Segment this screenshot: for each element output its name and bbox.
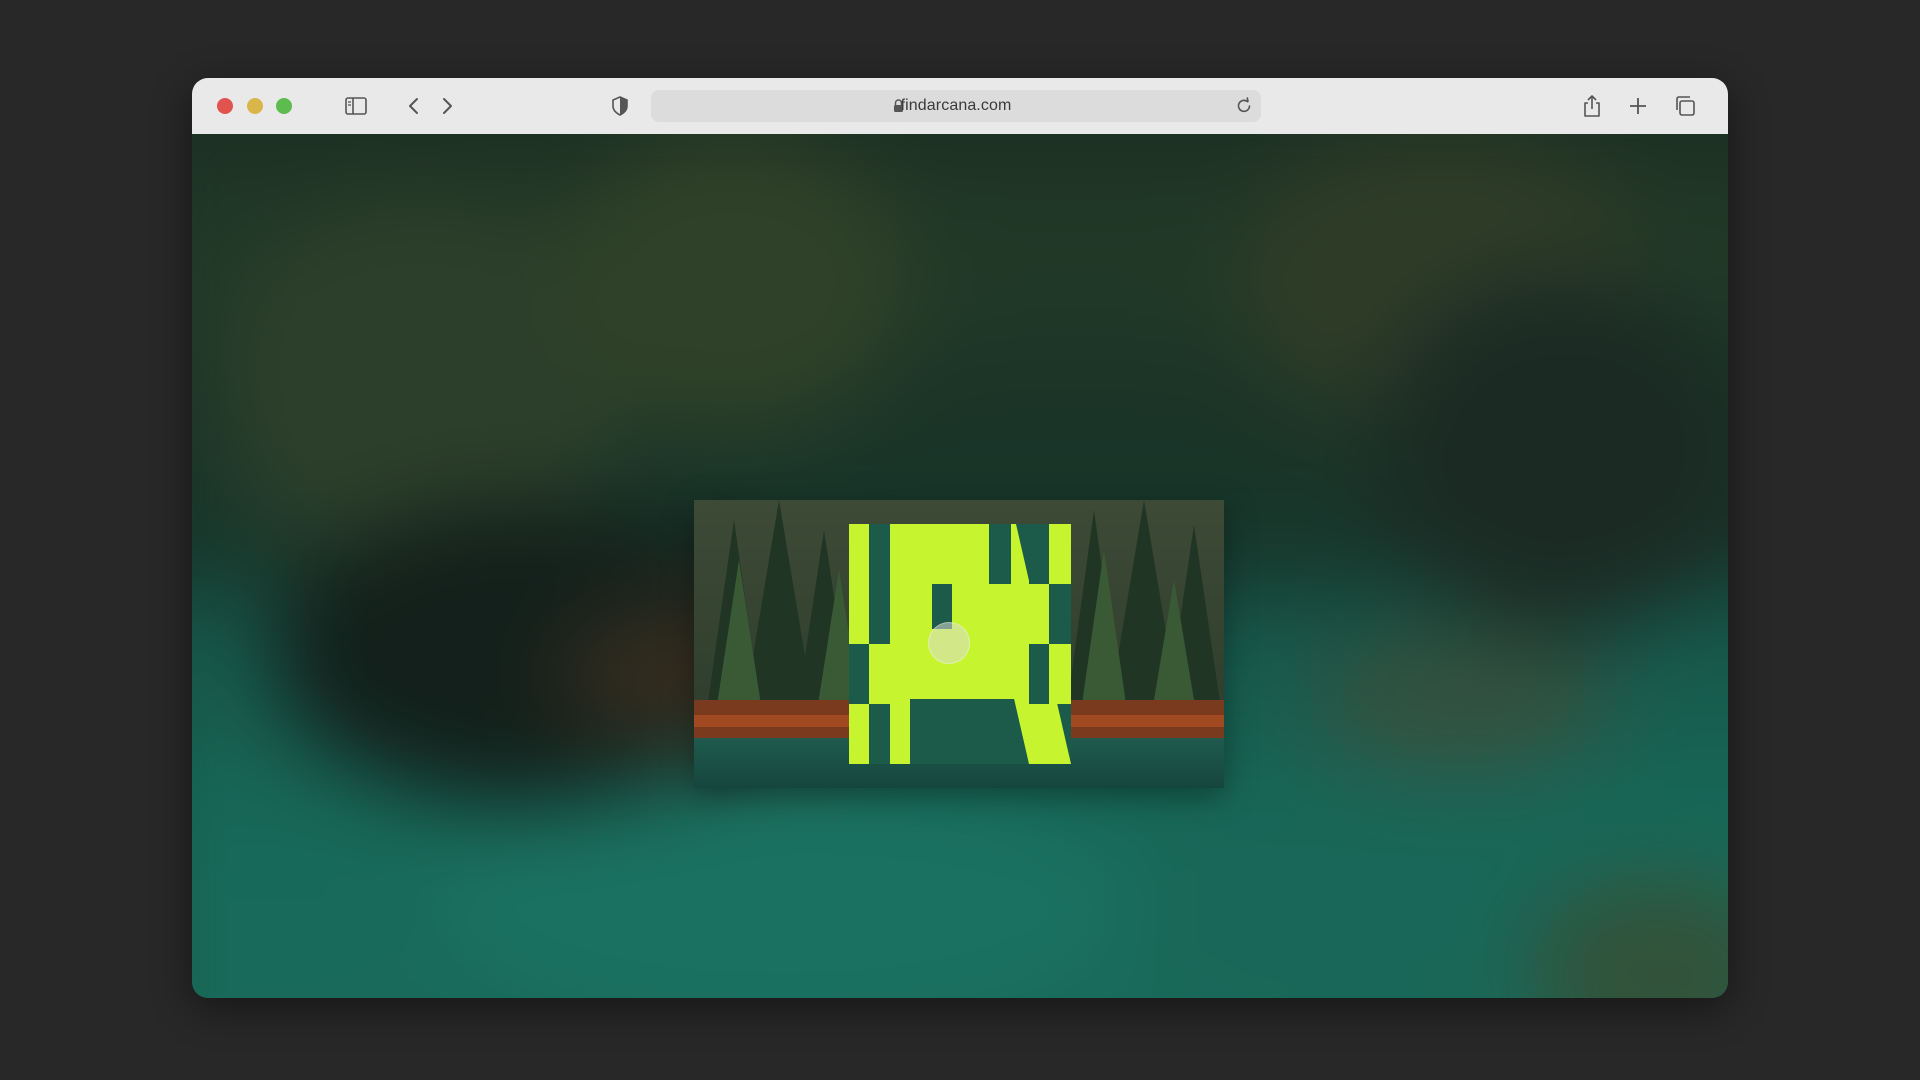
reload-icon[interactable] [1233, 95, 1255, 117]
share-icon[interactable] [1578, 92, 1606, 120]
chevron-left-icon[interactable] [400, 92, 428, 120]
sidebar-icon[interactable] [342, 92, 370, 120]
close-window-button[interactable] [217, 98, 233, 114]
browser-toolbar: findarcana.com [192, 78, 1728, 135]
tab-overview-icon[interactable] [1671, 92, 1699, 120]
shield-icon[interactable] [606, 92, 634, 120]
web-page-content [192, 134, 1728, 998]
minimize-window-button[interactable] [247, 98, 263, 114]
chevron-right-icon[interactable] [433, 92, 461, 120]
mouse-cursor-indicator [928, 622, 970, 664]
plus-icon[interactable] [1624, 92, 1652, 120]
address-url: findarcana.com [900, 97, 1012, 114]
browser-window: findarcana.com [192, 78, 1728, 998]
zoom-window-button[interactable] [276, 98, 292, 114]
address-bar[interactable]: findarcana.com [651, 90, 1261, 122]
